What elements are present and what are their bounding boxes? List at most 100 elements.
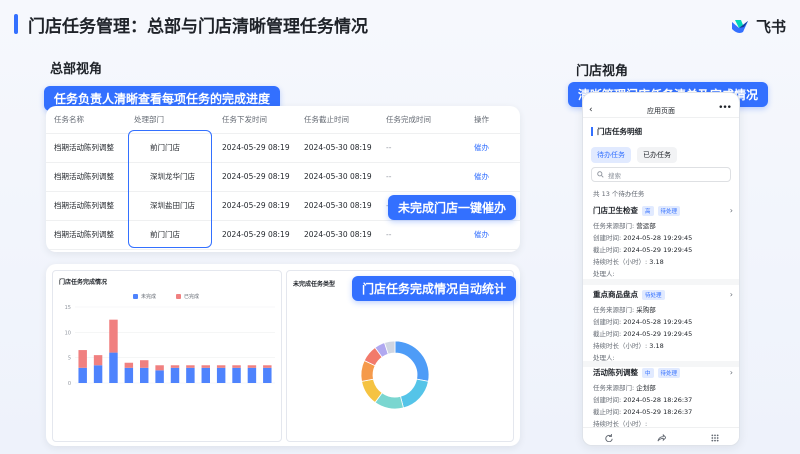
bar-segment xyxy=(78,350,87,368)
share-icon[interactable] xyxy=(657,433,667,442)
chevron-right-icon: › xyxy=(729,368,733,377)
y-tick-label: 15 xyxy=(65,305,71,311)
field-label: 截止时间: xyxy=(593,246,622,254)
task-created: 2024-05-28 18:26:37 xyxy=(623,396,693,404)
bar-segment xyxy=(170,367,180,383)
bar-segment xyxy=(216,367,226,383)
tab-done[interactable]: 已办任务 xyxy=(637,147,677,163)
bar-segment xyxy=(216,365,226,368)
task-dept: 企划部 xyxy=(636,384,656,392)
legend-done: 已完成 xyxy=(184,294,200,300)
task-table: 任务名称 处理部门 任务下发时间 任务截止时间 任务完成时间 操作 档期活动陈列… xyxy=(46,106,520,250)
bar-segment xyxy=(263,367,272,383)
cell-task-name: 档期活动陈列调整 xyxy=(46,133,126,163)
field-label: 持续时长（小时）: xyxy=(593,342,648,350)
col-issued: 任务下发时间 xyxy=(214,106,296,134)
task-created: 2024-05-28 19:29:45 xyxy=(623,318,693,326)
bar-segment xyxy=(155,365,164,371)
cell-task-name: 档期活动陈列调整 xyxy=(46,191,126,221)
cell-issued: 2024-05-29 08:19 xyxy=(214,133,296,163)
page-title: 门店任务管理：总部与门店清晰管理任务情况 xyxy=(28,16,368,37)
bar-segment xyxy=(247,367,257,383)
cell-deadline: 2024-05-30 08:19 xyxy=(296,133,378,163)
bar-segment xyxy=(201,367,210,383)
refresh-icon[interactable] xyxy=(605,433,613,442)
cell-done: -- xyxy=(378,220,466,250)
table-row[interactable]: 档期活动陈列调整 前门门店 2024-05-29 08:19 2024-05-3… xyxy=(46,220,520,250)
remind-link[interactable]: 催办 xyxy=(466,220,520,250)
bar-segment xyxy=(232,367,241,383)
priority-badge: 高 xyxy=(642,205,654,216)
tab-pending[interactable]: 待办任务 xyxy=(591,147,631,163)
search-placeholder: 搜索 xyxy=(608,171,621,180)
cell-deadline: 2024-05-30 08:19 xyxy=(296,162,378,192)
task-deadline: 2024-05-29 19:29:45 xyxy=(623,330,693,338)
task-card-2[interactable]: 重点商品盘点 待处理 › 任务来源部门: 采购部 创建时间: 2024-05-2… xyxy=(593,289,733,362)
y-tick-label: 5 xyxy=(68,356,71,362)
y-tick-label: 10 xyxy=(65,330,71,336)
task-card-1[interactable]: 门店卫生检查 高 待处理 › 任务来源部门: 营运部 创建时间: 2024-05… xyxy=(593,205,733,278)
bar-chart-title: 门店任务完成情况 xyxy=(59,279,108,286)
chevron-right-icon: › xyxy=(729,290,733,299)
grid-menu-icon[interactable] xyxy=(711,433,719,442)
task-title: 活动陈列调整 xyxy=(593,368,638,377)
stats-callout: 门店任务完成情况自动统计 xyxy=(352,276,517,301)
app-title: 应用页面 xyxy=(647,107,675,115)
field-label: 任务来源部门: xyxy=(593,222,635,230)
bar-segment xyxy=(263,365,272,368)
field-label: 创建时间: xyxy=(593,318,622,326)
feishu-logo: 飞书 xyxy=(730,16,786,37)
bar-segment xyxy=(232,365,241,368)
remind-link[interactable]: 催办 xyxy=(466,133,520,163)
task-dept: 采购部 xyxy=(636,306,656,314)
field-label: 任务来源部门: xyxy=(593,306,635,314)
task-handler: 处理人: xyxy=(593,270,615,278)
search-icon xyxy=(597,171,604,178)
col-task-name: 任务名称 xyxy=(46,106,126,134)
bar-segment xyxy=(201,365,210,368)
logo-text: 飞书 xyxy=(755,18,786,36)
field-label: 创建时间: xyxy=(593,234,622,242)
cell-issued: 2024-05-29 08:19 xyxy=(214,162,296,192)
status-badge: 待处理 xyxy=(657,205,681,216)
remind-link[interactable]: 催办 xyxy=(466,162,520,192)
bar-segment xyxy=(124,362,134,368)
page-header: 门店任务管理：总部与门店清晰管理任务情况 xyxy=(14,12,368,37)
back-chevron-icon[interactable]: ‹ xyxy=(589,105,593,115)
task-title: 重点商品盘点 xyxy=(593,290,638,299)
bar-chart-panel: 门店任务完成情况 未完成 已完成 0 5 10 15 xyxy=(52,270,282,442)
cell-done: -- xyxy=(378,162,466,192)
table-row[interactable]: 档期活动陈列调整 前门门店 2024-05-29 08:19 2024-05-3… xyxy=(46,133,520,163)
field-label: 截止时间: xyxy=(593,408,622,416)
more-icon[interactable]: ••• xyxy=(718,103,732,113)
bar-segment xyxy=(186,365,195,368)
table-header-row: 任务名称 处理部门 任务下发时间 任务截止时间 任务完成时间 操作 xyxy=(46,106,520,134)
status-badge: 待处理 xyxy=(642,289,665,300)
y-tick-label: 0 xyxy=(68,381,71,387)
table-row[interactable]: 档期活动陈列调整 深圳龙华门店 2024-05-29 08:19 2024-05… xyxy=(46,162,520,192)
col-done: 任务完成时间 xyxy=(378,106,466,134)
bar-chart: 0 5 10 15 xyxy=(65,305,275,387)
task-tabs: 待办任务 已办任务 xyxy=(591,147,677,163)
remind-callout: 未完成门店一键催办 xyxy=(388,195,517,220)
bar-segment xyxy=(186,367,195,383)
bar-segment xyxy=(170,365,180,368)
bar-segment xyxy=(93,355,103,366)
chevron-right-icon: › xyxy=(729,206,733,215)
cell-deadline: 2024-05-30 08:19 xyxy=(296,220,378,250)
cell-issued: 2024-05-29 08:19 xyxy=(214,191,296,221)
col-dept: 处理部门 xyxy=(126,106,214,134)
bar-segment xyxy=(155,370,164,383)
pending-count: 共 13 个待办任务 xyxy=(593,190,645,198)
legend-pending: 未完成 xyxy=(141,294,157,300)
feishu-bird-icon xyxy=(731,19,748,33)
field-label: 创建时间: xyxy=(593,396,622,404)
bar-segment xyxy=(93,365,103,383)
store-heading: 门店视角 xyxy=(576,64,629,79)
bar-segment xyxy=(140,360,149,368)
task-dept: 营运部 xyxy=(636,222,656,230)
priority-badge: 中 xyxy=(642,367,654,378)
search-input[interactable]: 搜索 xyxy=(591,167,731,182)
task-card-3[interactable]: 活动陈列调整 中 待处理 › 任务来源部门: 企划部 创建时间: 2024-05… xyxy=(593,367,733,428)
cell-task-name: 档期活动陈列调整 xyxy=(46,220,126,250)
